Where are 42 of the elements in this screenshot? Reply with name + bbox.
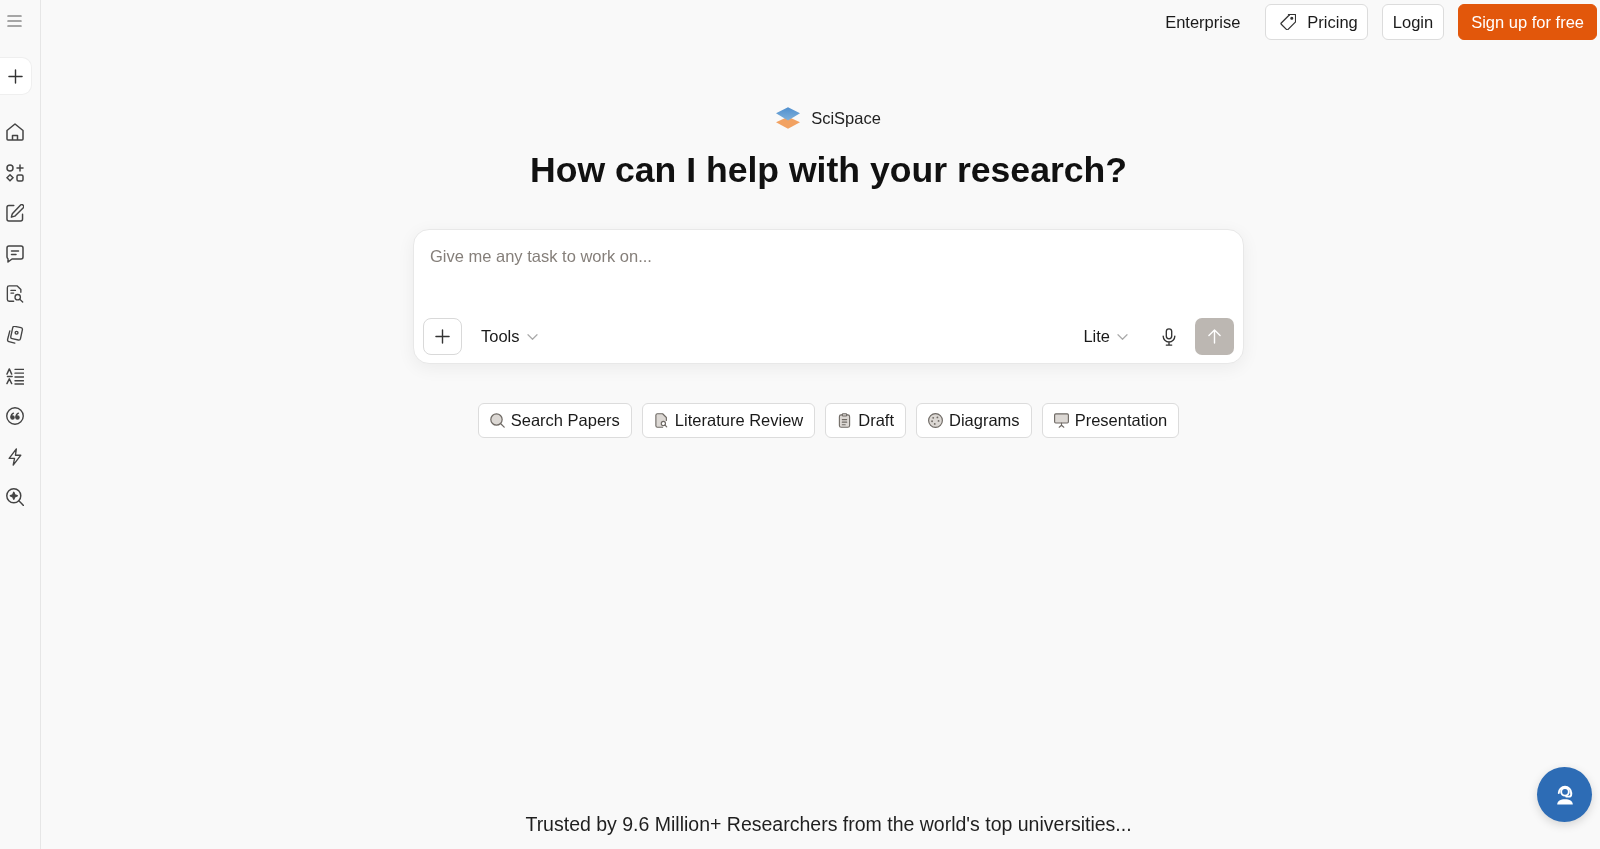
text-list-icon[interactable] xyxy=(6,366,24,385)
palette-icon xyxy=(928,413,943,428)
apps-icon[interactable] xyxy=(6,163,24,182)
plus-icon xyxy=(435,329,450,344)
quote-circle-icon[interactable] xyxy=(6,407,24,426)
tag-icon xyxy=(1280,14,1297,30)
brand-name: SciSpace xyxy=(811,108,881,128)
headset-icon xyxy=(1555,784,1574,805)
document-search-icon[interactable] xyxy=(6,285,24,304)
signup-button[interactable]: Sign up for free xyxy=(1458,4,1597,40)
literature-review-chip[interactable]: Literature Review xyxy=(641,403,816,438)
home-icon[interactable] xyxy=(6,123,24,141)
arrow-up-icon xyxy=(1208,329,1221,344)
enterprise-link[interactable]: Enterprise xyxy=(1155,4,1251,40)
stacked-layers-logo xyxy=(776,107,801,129)
diagrams-chip[interactable]: Diagrams xyxy=(916,403,1032,438)
support-chat-button[interactable] xyxy=(1537,767,1592,822)
mode-dropdown[interactable]: Lite xyxy=(1081,323,1130,350)
chevron-down-icon xyxy=(1117,333,1128,340)
plus-icon xyxy=(8,68,23,84)
document-search-icon xyxy=(653,413,669,428)
pricing-button[interactable]: Pricing xyxy=(1265,4,1368,40)
bolt-icon[interactable] xyxy=(6,447,24,466)
search-papers-chip[interactable]: Search Papers xyxy=(477,403,632,438)
chat-icon[interactable] xyxy=(6,244,24,263)
edit-icon[interactable] xyxy=(6,204,24,223)
tools-dropdown[interactable]: Tools xyxy=(479,323,540,350)
chevron-down-icon xyxy=(526,333,538,340)
presentation-board-icon xyxy=(1053,413,1069,428)
sparkle-search-icon[interactable] xyxy=(6,488,24,507)
prompt-input[interactable]: Give me any task to work on... xyxy=(414,230,1243,318)
page-heading: How can I help with your research? xyxy=(529,149,1128,192)
draft-chip[interactable]: Draft xyxy=(825,403,906,438)
trust-statement: Trusted by 9.6 Million+ Researchers from the world's top universities... xyxy=(525,812,1132,836)
cards-icon[interactable] xyxy=(6,325,24,344)
search-icon xyxy=(489,413,505,428)
clipboard-icon xyxy=(837,413,853,428)
login-button[interactable]: Login xyxy=(1381,4,1445,40)
new-button[interactable] xyxy=(0,57,32,95)
prompt-box[interactable]: Give me any task to work on... Tools Lite xyxy=(413,229,1244,364)
presentation-chip[interactable]: Presentation xyxy=(1041,403,1180,438)
microphone-icon[interactable] xyxy=(1162,327,1176,346)
